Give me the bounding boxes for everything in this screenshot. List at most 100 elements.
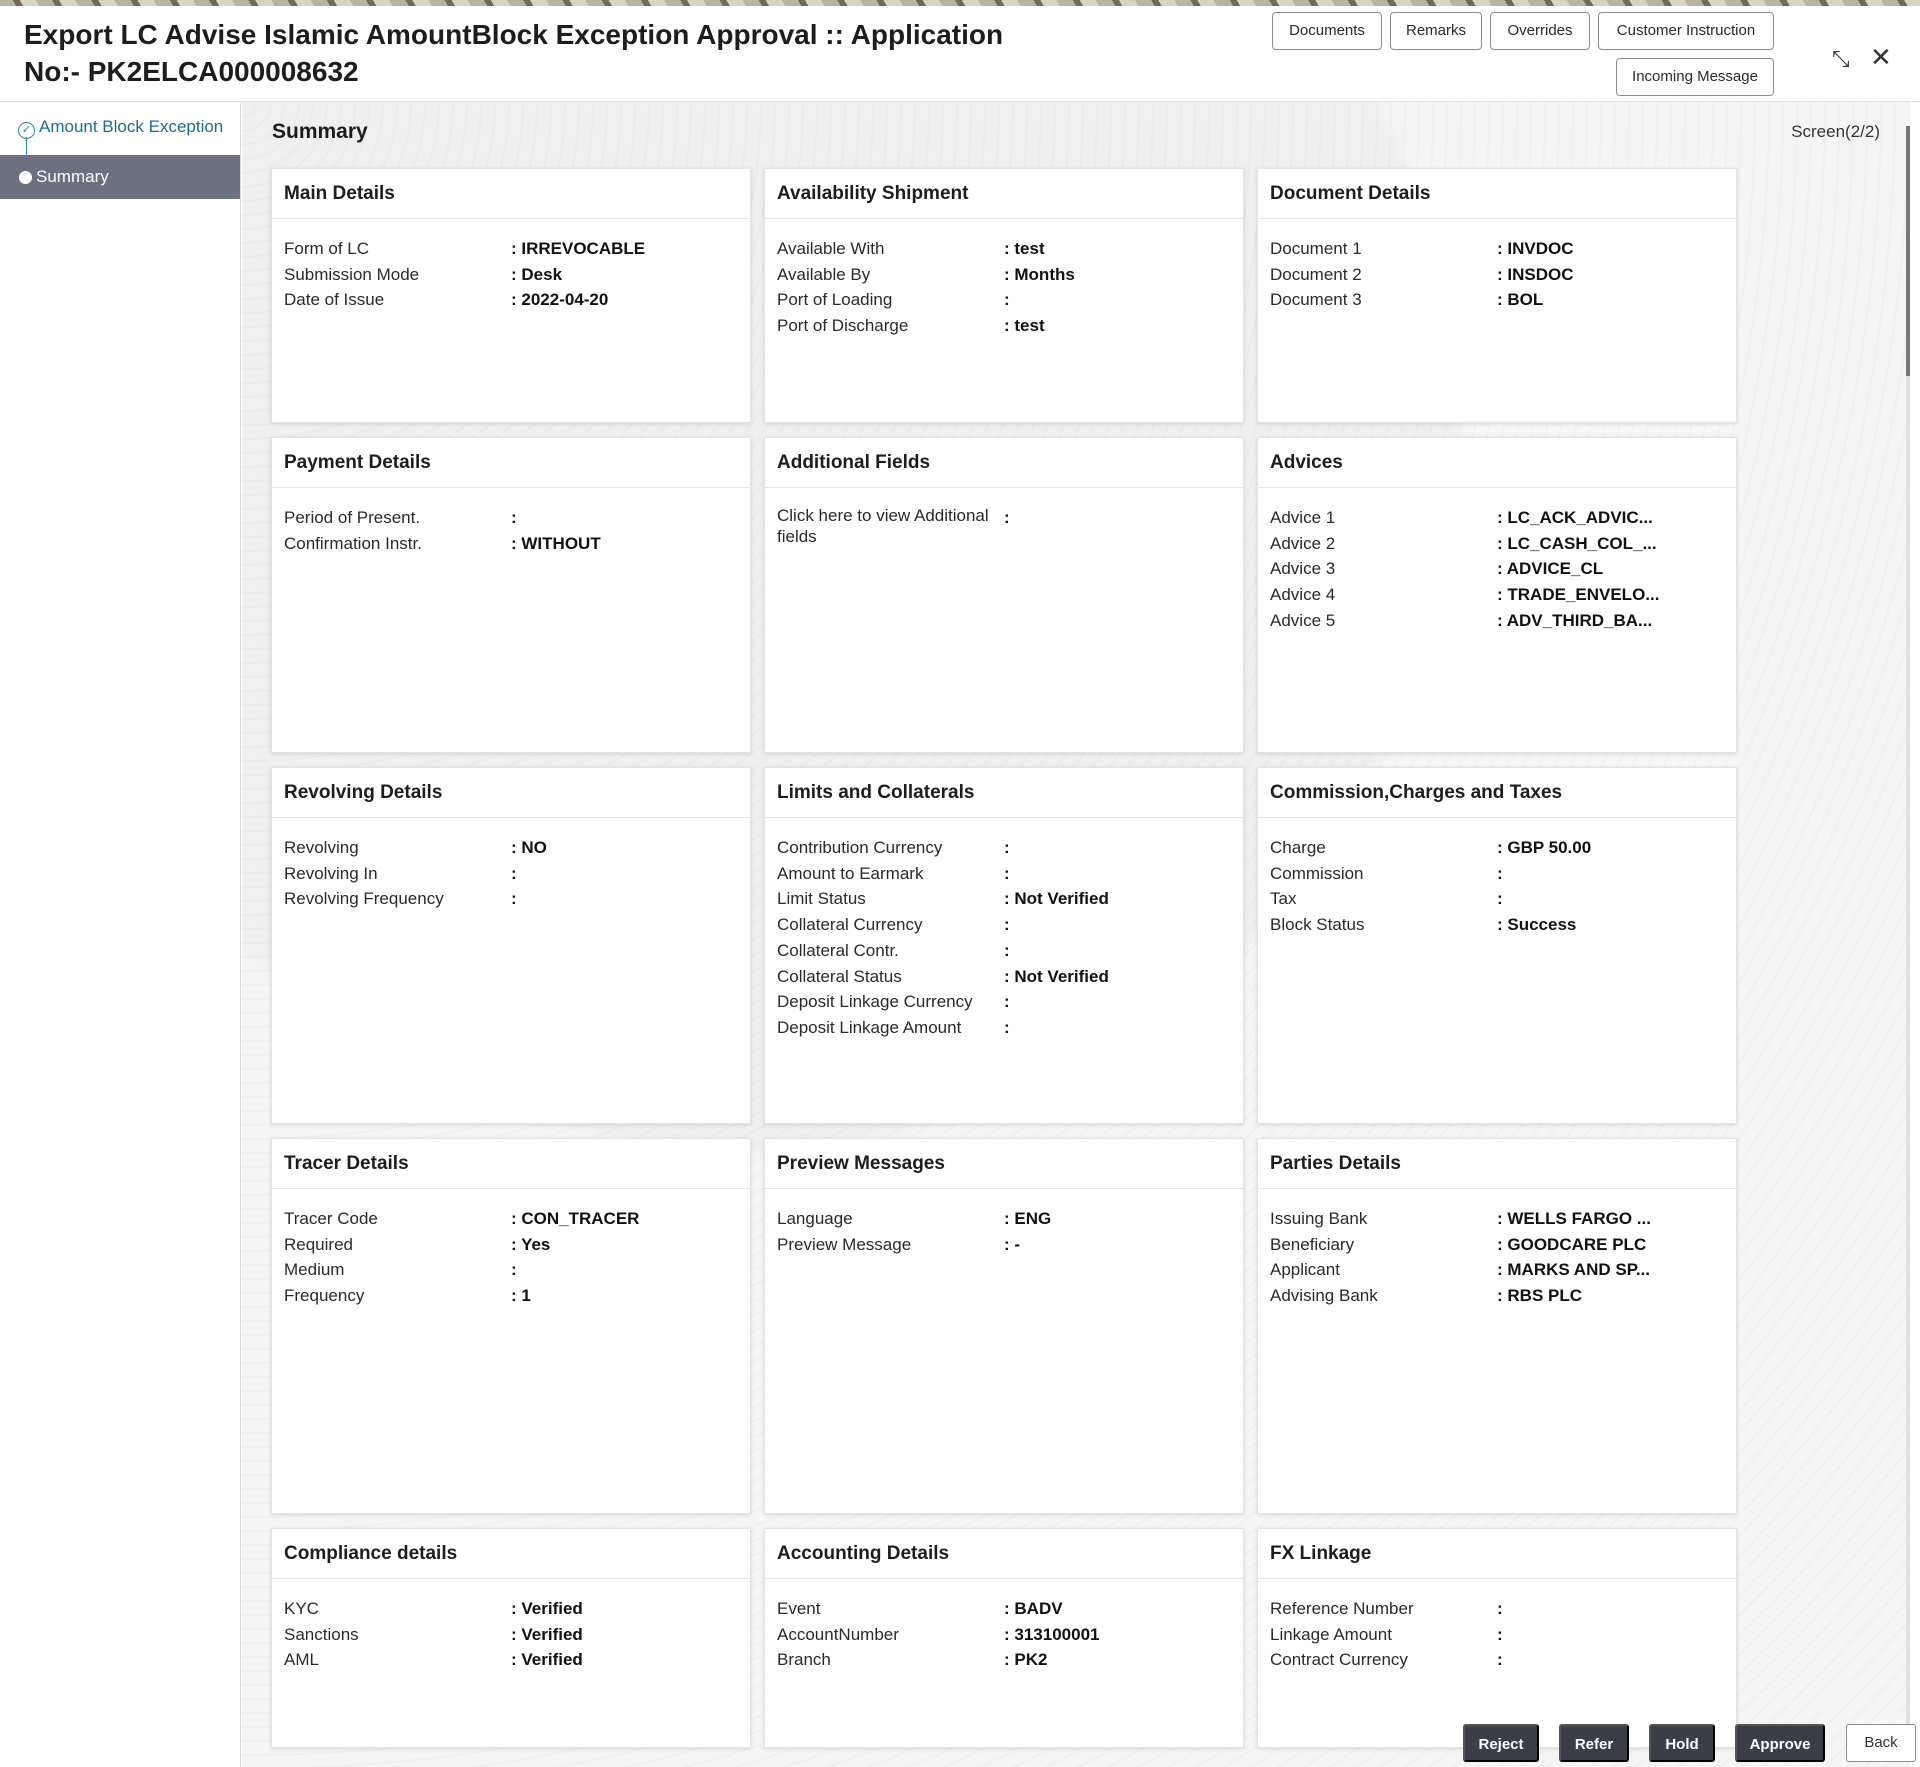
field-value: : GOODCARE PLC [1497, 1234, 1647, 1254]
close-icon[interactable]: ✕ [1870, 42, 1892, 72]
overrides-button[interactable]: Overrides [1490, 12, 1590, 50]
field-value: : BOL [1497, 290, 1544, 310]
field-row: Revolving: NO [284, 835, 738, 861]
field-row: Frequency: 1 [284, 1283, 738, 1309]
field-value: : [1004, 838, 1010, 857]
card-availability-shipment[interactable]: Availability Shipment Available With: tes… [764, 168, 1244, 423]
card-body: Reference Number: Linkage Amount: Contract… [1258, 1579, 1736, 1673]
card-preview-messages[interactable]: Preview Messages Language: ENG Preview Mes… [764, 1138, 1244, 1514]
field-value: : [1004, 915, 1010, 935]
card-compliance-details[interactable]: Compliance details KYC: Verified Sanctions… [271, 1528, 751, 1748]
sidebar-item-label: Amount Block Exception [39, 117, 224, 136]
field-value: : TRADE_ENVELO... [1497, 585, 1660, 605]
field-row: Collateral Contr.: [777, 938, 1231, 964]
field-row: Branch : PK2 [777, 1647, 1231, 1673]
card-body: Click here to view Additional fields: [765, 488, 1243, 547]
field-label: KYC [284, 1599, 319, 1618]
field-value: : Months [1004, 264, 1075, 284]
page-title: Export LC Advise Islamic AmountBlock Exc… [24, 19, 1004, 87]
field-row: AML: Verified [284, 1647, 738, 1673]
field-row: Tracer Code: CON_TRACER [284, 1206, 738, 1232]
hold-button[interactable]: Hold [1649, 1724, 1715, 1762]
card-advices[interactable]: Advices Advice 1: LC_ACK_ADVIC... Advice 2… [1257, 437, 1737, 753]
card-title: Availability Shipment [765, 169, 1243, 219]
field-label: Port of Loading [777, 290, 893, 310]
field-value: : [1004, 863, 1010, 883]
card-additional-fields[interactable]: Additional Fields Click here to view Addi… [764, 437, 1244, 753]
refer-button[interactable]: Refer [1559, 1724, 1629, 1762]
back-button[interactable]: Back [1846, 1724, 1916, 1762]
field-label: Limit Status [777, 889, 866, 909]
card-title: FX Linkage [1258, 1529, 1736, 1579]
field-value: : Verified [511, 1624, 583, 1644]
field-value: : 1 [511, 1286, 531, 1306]
field-row: Confirmation Instr.: WITHOUT [284, 531, 738, 557]
card-main-details[interactable]: Main Details Form of LC: IRREVOCABLE Submi… [271, 168, 751, 423]
field-row: Beneficiary: GOODCARE PLC [1270, 1232, 1724, 1258]
card-revolving-details[interactable]: Revolving Details Revolving: NO Revolving … [271, 767, 751, 1124]
reject-button[interactable]: Reject [1463, 1724, 1539, 1762]
sidebar-item-amount-block-exception[interactable]: ✓ Amount Block Exception [0, 110, 240, 146]
field-label: Submission Mode [284, 264, 420, 284]
field-value: : ENG [1004, 1209, 1052, 1228]
scrollbar-thumb[interactable] [1906, 126, 1910, 376]
card-commission-charges-taxes[interactable]: Commission,Charges and Taxes Charge: GBP … [1257, 767, 1737, 1124]
field-row: Advice 3: ADVICE_CL [1270, 556, 1724, 582]
card-document-details[interactable]: Document Details Document 1: INVDOC Docume… [1257, 168, 1737, 423]
field-row: Document 3: BOL [1270, 287, 1724, 313]
field-row: Advice 1: LC_ACK_ADVIC... [1270, 505, 1724, 531]
field-value: : Verified [511, 1599, 583, 1618]
field-value: : [1004, 508, 1010, 527]
field-value: : Not Verified [1004, 889, 1109, 909]
field-value: : ADV_THIRD_BA... [1497, 610, 1653, 630]
field-label: AccountNumber [777, 1624, 899, 1644]
field-label: Form of LC [284, 239, 370, 258]
field-row: Collateral Currency: [777, 912, 1231, 938]
field-label: Branch [777, 1650, 831, 1670]
field-value: : - [1004, 1234, 1021, 1254]
remarks-button[interactable]: Remarks [1390, 12, 1482, 50]
field-value: : PK2 [1004, 1650, 1048, 1670]
field-row: Issuing Bank: WELLS FARGO ... [1270, 1206, 1724, 1232]
documents-button[interactable]: Documents [1272, 12, 1382, 50]
card-body: Tracer Code: CON_TRACER Required: Yes Medi… [272, 1189, 750, 1309]
field-label: Document 2 [1270, 264, 1362, 284]
card-accounting-details[interactable]: Accounting Details Event: BADV AccountNumb… [764, 1528, 1244, 1748]
field-row: Form of LC: IRREVOCABLE [284, 236, 738, 262]
page-header: Export LC Advise Islamic AmountBlock Exc… [0, 6, 1920, 102]
field-value: : test [1004, 316, 1045, 336]
customer-instruction-button[interactable]: Customer Instruction [1598, 12, 1774, 50]
card-payment-details[interactable]: Payment Details Period of Present.: Confir… [271, 437, 751, 753]
field-row: Advising Bank: RBS PLC [1270, 1283, 1724, 1309]
card-fx-linkage[interactable]: FX Linkage Reference Number: Linkage Amoun… [1257, 1528, 1737, 1748]
approve-button[interactable]: Approve [1735, 1724, 1825, 1762]
card-title: Limits and Collaterals [765, 768, 1243, 818]
field-row: Amount to Earmark: [777, 861, 1231, 887]
sidebar-item-summary[interactable]: Summary [0, 155, 240, 199]
card-limits-collaterals[interactable]: Limits and Collaterals Contribution Curre… [764, 767, 1244, 1124]
field-label: Commission [1270, 863, 1364, 883]
field-label: Confirmation Instr. [284, 533, 422, 553]
field-label: Preview Message [777, 1234, 912, 1254]
field-label: Deposit Linkage Currency [777, 992, 973, 1012]
screen-indicator: Screen(2/2) [1791, 122, 1880, 141]
field-label[interactable]: Click here to view Additional fields [777, 505, 1004, 547]
card-tracer-details[interactable]: Tracer Details Tracer Code: CON_TRACER Req… [271, 1138, 751, 1514]
field-value: : ADVICE_CL [1497, 559, 1604, 579]
card-body: KYC: Verified Sanctions: Verified AML: Ver… [272, 1579, 750, 1673]
field-row: Commission: [1270, 861, 1724, 887]
field-row: Advice 2: LC_CASH_COL_... [1270, 531, 1724, 557]
field-row: Sanctions: Verified [284, 1622, 738, 1648]
field-row: Collateral Status: Not Verified [777, 964, 1231, 990]
field-value: : Success [1497, 915, 1577, 935]
sidebar-item-label: Summary [36, 167, 109, 186]
section-title: Summary [272, 120, 368, 143]
incoming-message-button[interactable]: Incoming Message [1616, 58, 1774, 96]
field-label: Tracer Code [284, 1209, 378, 1228]
field-label: Document 1 [1270, 239, 1362, 258]
compress-icon[interactable]: ⤡ [1832, 44, 1850, 74]
card-title: Compliance details [272, 1529, 750, 1579]
field-label: Applicant [1270, 1260, 1340, 1280]
card-parties-details[interactable]: Parties Details Issuing Bank: WELLS FARGO… [1257, 1138, 1737, 1514]
field-value: : [1004, 992, 1010, 1012]
